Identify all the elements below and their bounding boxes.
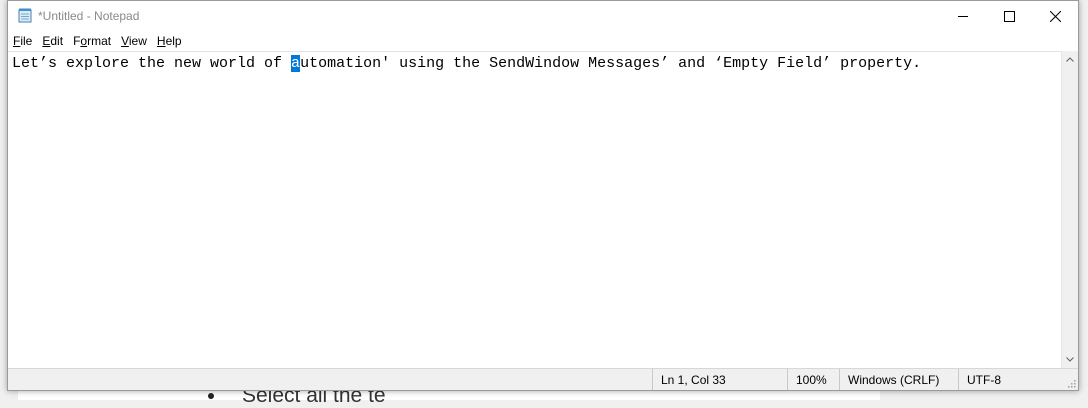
notepad-window: *Untitled - Notepad File Edit Format Vie… (7, 0, 1079, 391)
menu-file-label: ile (20, 34, 33, 48)
scroll-up-button[interactable] (1062, 51, 1078, 68)
close-icon (1049, 10, 1061, 22)
minimize-icon (958, 16, 968, 17)
text-editor[interactable]: Let’s explore the new world of automatio… (8, 51, 1061, 368)
menu-edit[interactable]: Edit (37, 31, 68, 51)
chevron-down-icon (1066, 357, 1074, 362)
vertical-scrollbar[interactable] (1061, 51, 1078, 368)
menu-format-label: rmat (87, 34, 112, 48)
text-after-selection: utomation' using the SendWindow Messages… (300, 55, 922, 72)
status-encoding: UTF-8 (958, 369, 1078, 390)
menu-format[interactable]: Format (68, 31, 116, 51)
status-bar: Ln 1, Col 33 100% Windows (CRLF) UTF-8 (8, 368, 1078, 390)
menu-edit-label: dit (50, 34, 64, 48)
maximize-button[interactable] (986, 1, 1032, 31)
menu-bar: File Edit Format View Help (8, 31, 1078, 51)
menu-help-mnemonic: H (156, 34, 166, 48)
resize-grip-icon[interactable] (1066, 378, 1076, 388)
menu-file[interactable]: File (8, 31, 37, 51)
bullet-icon (208, 393, 214, 399)
title-bar[interactable]: *Untitled - Notepad (8, 1, 1078, 31)
menu-help-label: elp (165, 34, 182, 48)
status-line-ending: Windows (CRLF) (839, 369, 958, 390)
chevron-up-icon (1066, 57, 1074, 62)
window-title: *Untitled - Notepad (38, 9, 140, 23)
notepad-icon (18, 8, 32, 23)
scroll-down-button[interactable] (1062, 351, 1078, 368)
menu-view[interactable]: View (116, 31, 152, 51)
menu-view-mnemonic: V (121, 34, 129, 48)
maximize-icon (1003, 10, 1015, 22)
status-zoom: 100% (787, 369, 839, 390)
close-button[interactable] (1032, 1, 1078, 31)
editor-line: Let’s explore the new world of automatio… (12, 55, 921, 72)
menu-help[interactable]: Help (152, 31, 187, 51)
selected-text: a (291, 55, 301, 72)
menu-view-label: iew (128, 34, 147, 48)
status-cursor-position: Ln 1, Col 33 (652, 369, 787, 390)
text-before-selection: Let’s explore the new world of (12, 55, 292, 72)
minimize-button[interactable] (940, 1, 986, 31)
